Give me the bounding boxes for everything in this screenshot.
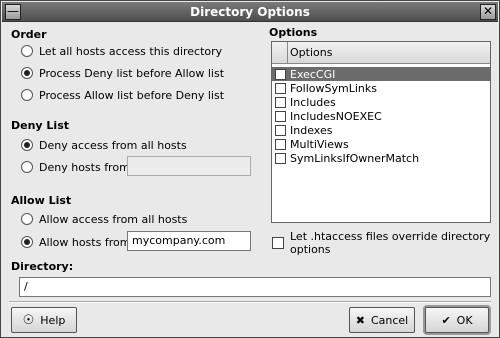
help-button[interactable]: ☉ Help: [11, 307, 77, 333]
order-option-label: Process Allow list before Deny list: [39, 88, 225, 102]
ok-button-label: OK: [456, 313, 473, 327]
options-list-item[interactable]: FollowSymLinks: [272, 81, 490, 95]
options-column-header: Options: [290, 46, 333, 59]
button-divider: [9, 301, 491, 303]
radio-button[interactable]: [21, 213, 33, 225]
radio-button[interactable]: [21, 161, 33, 173]
options-list-item[interactable]: Indexes: [272, 123, 490, 137]
directory-options-dialog: — Directory Options ✕ Order Let all host…: [0, 0, 500, 338]
allow-hosts-input[interactable]: mycompany.com: [127, 231, 251, 251]
checkbox-column-header[interactable]: [272, 42, 288, 63]
options-list-item[interactable]: IncludesNOEXEC: [272, 109, 490, 123]
option-checkbox[interactable]: [275, 152, 286, 164]
radio-button[interactable]: [21, 89, 33, 101]
cancel-icon: ✖: [355, 313, 365, 327]
radio-button-selected[interactable]: [21, 236, 33, 248]
deny-from-label: Deny hosts from:: [39, 160, 134, 174]
directory-label: Directory:: [11, 260, 74, 273]
directory-input[interactable]: /: [19, 277, 491, 297]
ok-button[interactable]: ✔ OK: [425, 307, 489, 333]
order-option-allow-all[interactable]: Let all hosts access this directory: [21, 43, 222, 59]
allow-section-title: Allow List: [11, 194, 72, 207]
window-title: Directory Options: [190, 5, 310, 19]
radio-button[interactable]: [21, 45, 33, 57]
allow-from-option[interactable]: Allow hosts from:: [21, 234, 134, 250]
allow-all-option[interactable]: Allow access from all hosts: [21, 211, 187, 227]
allow-all-label: Allow access from all hosts: [39, 212, 188, 226]
cancel-button[interactable]: ✖ Cancel: [349, 307, 415, 333]
order-section-title: Order: [11, 28, 47, 41]
options-section-title: Options: [269, 26, 318, 39]
option-label: FollowSymLinks: [290, 81, 377, 95]
htaccess-label: Let .htaccess files override directory o…: [290, 230, 491, 256]
order-option-allow-first[interactable]: Process Allow list before Deny list: [21, 87, 224, 103]
checkmark-icon: ✔: [441, 313, 451, 327]
option-checkbox[interactable]: [275, 96, 286, 108]
option-label: Indexes: [290, 123, 333, 137]
htaccess-override-option[interactable]: Let .htaccess files override directory o…: [272, 230, 499, 256]
option-label: IncludesNOEXEC: [290, 109, 382, 123]
close-icon[interactable]: ✕: [480, 4, 496, 20]
cancel-button-label: Cancel: [370, 313, 409, 327]
option-checkbox[interactable]: [275, 110, 286, 122]
help-button-label: Help: [40, 313, 66, 327]
title-bar[interactable]: — Directory Options ✕: [2, 2, 498, 22]
deny-section-title: Deny List: [11, 119, 70, 132]
deny-all-option[interactable]: Deny access from all hosts: [21, 137, 187, 153]
option-checkbox[interactable]: [275, 82, 286, 94]
options-list-item[interactable]: Includes: [272, 95, 490, 109]
option-checkbox[interactable]: [275, 124, 286, 136]
allow-from-label: Allow hosts from:: [39, 235, 135, 249]
options-list-header[interactable]: Options: [272, 42, 490, 64]
options-list-item[interactable]: ExecCGI: [272, 67, 490, 81]
options-list[interactable]: Options ExecCGI FollowSymLinks Includes …: [271, 41, 491, 223]
help-icon: ☉: [22, 312, 35, 328]
order-option-label: Process Deny list before Allow list: [39, 66, 225, 80]
options-list-item[interactable]: MultiViews: [272, 137, 490, 151]
radio-button-selected[interactable]: [21, 67, 33, 79]
options-list-item[interactable]: SymLinksIfOwnerMatch: [272, 151, 490, 165]
option-label: MultiViews: [290, 137, 349, 151]
order-option-label: Let all hosts access this directory: [39, 44, 223, 58]
option-checkbox[interactable]: [275, 68, 286, 80]
deny-hosts-input[interactable]: [127, 156, 251, 176]
radio-button-selected[interactable]: [21, 139, 33, 151]
deny-all-label: Deny access from all hosts: [39, 138, 187, 152]
option-label: ExecCGI: [290, 67, 336, 81]
option-label: SymLinksIfOwnerMatch: [290, 151, 420, 165]
option-checkbox[interactable]: [275, 138, 286, 150]
order-option-deny-first[interactable]: Process Deny list before Allow list: [21, 65, 224, 81]
htaccess-checkbox[interactable]: [272, 237, 284, 249]
deny-from-option[interactable]: Deny hosts from:: [21, 159, 134, 175]
option-label: Includes: [290, 95, 336, 109]
